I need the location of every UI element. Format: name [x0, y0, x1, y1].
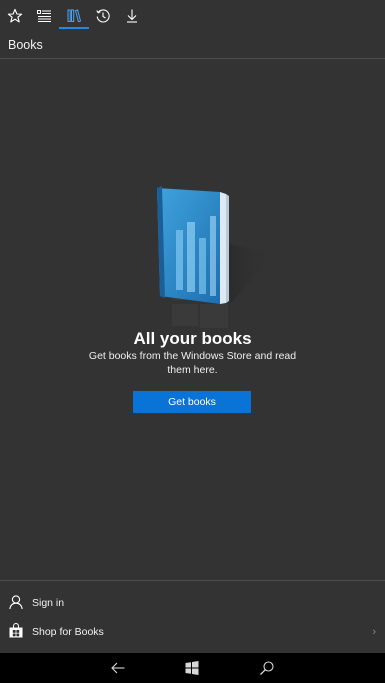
empty-state-title: All your books	[133, 329, 252, 348]
windows-logo-icon	[185, 661, 199, 675]
search-icon	[260, 661, 274, 675]
actions-divider	[0, 580, 385, 581]
get-books-button[interactable]: Get books	[133, 391, 251, 413]
back-arrow-icon	[111, 662, 125, 674]
chevron-right-icon: ›	[372, 626, 376, 638]
download-icon	[127, 9, 137, 23]
hub-tab-bar	[0, 0, 385, 31]
reading-list-icon	[37, 9, 51, 22]
shop-for-books-row[interactable]: Shop for Books ›	[0, 618, 385, 646]
history-icon	[96, 8, 110, 22]
tab-books[interactable]	[59, 0, 89, 31]
back-button[interactable]	[110, 660, 126, 676]
books-empty-state: All your books Get books from the Window…	[0, 58, 385, 580]
books-icon	[67, 8, 82, 22]
star-icon	[7, 8, 23, 22]
system-nav-bar	[0, 653, 385, 683]
shop-for-books-label: Shop for Books	[32, 626, 104, 638]
store-icon	[8, 623, 24, 639]
start-button[interactable]	[184, 660, 200, 676]
section-title: Books	[8, 38, 43, 52]
search-button[interactable]	[259, 660, 275, 676]
sign-in-row[interactable]: Sign in	[0, 589, 385, 617]
hub-panel: Books All your books Get books from the …	[0, 0, 385, 683]
tab-downloads[interactable]	[117, 0, 147, 31]
tab-history[interactable]	[88, 0, 118, 31]
person-icon	[8, 594, 24, 610]
empty-state-description: Get books from the Windows Store and rea…	[88, 350, 297, 376]
tab-favorites[interactable]	[0, 0, 30, 31]
tab-reading-list[interactable]	[29, 0, 59, 31]
sign-in-label: Sign in	[32, 597, 65, 609]
